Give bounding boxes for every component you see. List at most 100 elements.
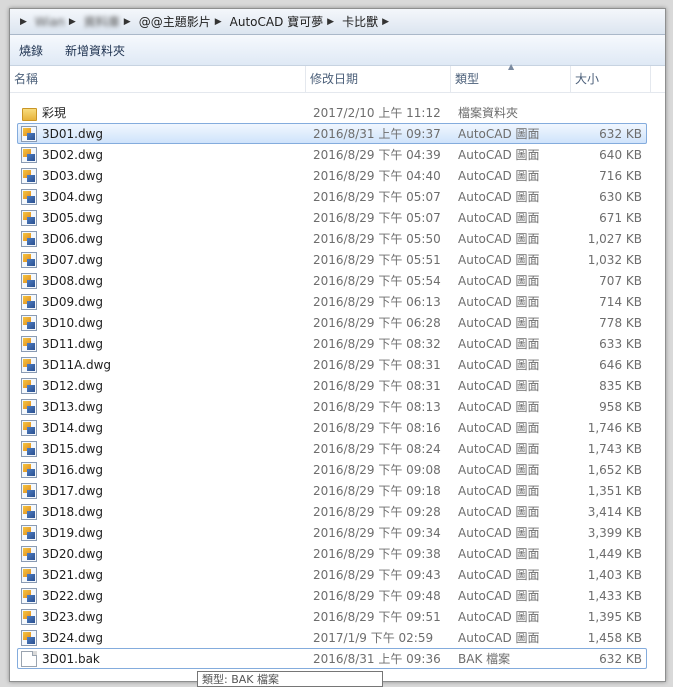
file-row[interactable]: 3D21.dwg 2016/8/29 下午 09:43 AutoCAD 圖面 1,40… <box>17 564 647 585</box>
file-date: 2016/8/29 下午 05:54 <box>313 274 441 288</box>
chevron-right-icon[interactable]: ▶ <box>327 17 334 27</box>
file-type: AutoCAD 圖面 <box>458 337 540 351</box>
chevron-right-icon[interactable]: ▶ <box>382 17 389 27</box>
burn-button[interactable]: 燒錄 <box>19 42 43 59</box>
file-row[interactable]: 3D07.dwg 2016/8/29 下午 05:51 AutoCAD 圖面 1,03… <box>17 249 647 270</box>
file-row[interactable]: 3D02.dwg 2016/8/29 下午 04:39 AutoCAD 圖面 640 … <box>17 144 647 165</box>
file-type: AutoCAD 圖面 <box>458 610 540 624</box>
file-name: 3D21.dwg <box>42 568 104 582</box>
breadcrumb-item[interactable]: @@主題影片 ▶ <box>139 13 230 30</box>
file-row[interactable]: 3D18.dwg 2016/8/29 下午 09:28 AutoCAD 圖面 3,41… <box>17 501 647 522</box>
chevron-right-icon[interactable]: ▶ <box>124 17 131 27</box>
file-row[interactable]: 3D01.dwg 2016/8/31 上午 09:37 AutoCAD 圖面 632 … <box>17 123 647 144</box>
file-row[interactable]: 3D10.dwg 2016/8/29 下午 06:28 AutoCAD 圖面 778 … <box>17 312 647 333</box>
column-header: 名稱 修改日期 類型 ▲ 大小 <box>10 62 665 93</box>
file-row[interactable]: 3D15.dwg 2016/8/29 下午 08:24 AutoCAD 圖面 1,74… <box>17 438 647 459</box>
file-date: 2016/8/29 下午 06:13 <box>313 295 441 309</box>
file-type: AutoCAD 圖面 <box>458 169 540 183</box>
file-row[interactable]: 3D14.dwg 2016/8/29 下午 08:16 AutoCAD 圖面 1,74… <box>17 417 647 438</box>
file-name: 3D08.dwg <box>42 274 104 288</box>
file-date: 2016/8/29 下午 05:07 <box>313 190 441 204</box>
file-row[interactable]: 3D12.dwg 2016/8/29 下午 08:31 AutoCAD 圖面 835 … <box>17 375 647 396</box>
file-date: 2017/1/9 下午 02:59 <box>313 631 434 645</box>
file-row[interactable]: 3D17.dwg 2016/8/29 下午 09:18 AutoCAD 圖面 1,35… <box>17 480 647 501</box>
file-type: AutoCAD 圖面 <box>458 190 540 204</box>
breadcrumb-root[interactable]: ▶ <box>16 17 35 27</box>
file-row[interactable]: 3D03.dwg 2016/8/29 下午 04:40 AutoCAD 圖面 716 … <box>17 165 647 186</box>
dwg-file-icon <box>21 315 37 331</box>
dwg-file-icon <box>21 126 37 142</box>
file-type: AutoCAD 圖面 <box>458 358 540 372</box>
file-type: AutoCAD 圖面 <box>458 295 540 309</box>
tooltip: 類型: BAK 檔案 <box>197 671 383 687</box>
file-type: AutoCAD 圖面 <box>458 148 540 162</box>
file-list: 彩現 2017/2/10 上午 11:12 檔案資料夾 3D01.dwg 2016/8/… <box>10 102 665 669</box>
file-row[interactable]: 3D08.dwg 2016/8/29 下午 05:54 AutoCAD 圖面 707 … <box>17 270 647 291</box>
column-date-header[interactable]: 修改日期 <box>306 66 451 92</box>
file-type: AutoCAD 圖面 <box>458 631 540 645</box>
file-size: 1,743 KB <box>587 442 642 456</box>
dwg-file-icon <box>21 399 37 415</box>
file-row[interactable]: 彩現 2017/2/10 上午 11:12 檔案資料夾 <box>17 102 647 123</box>
dwg-file-icon <box>21 441 37 457</box>
breadcrumb-label: 資料庫 <box>83 15 120 29</box>
file-date: 2016/8/29 下午 06:28 <box>313 316 441 330</box>
file-row[interactable]: 3D23.dwg 2016/8/29 下午 09:51 AutoCAD 圖面 1,39… <box>17 606 647 627</box>
file-name: 3D22.dwg <box>42 589 104 603</box>
file-name: 3D03.dwg <box>42 169 104 183</box>
file-row[interactable]: 3D06.dwg 2016/8/29 下午 05:50 AutoCAD 圖面 1,02… <box>17 228 647 249</box>
chevron-right-icon[interactable]: ▶ <box>20 17 27 27</box>
file-name: 3D15.dwg <box>42 442 104 456</box>
file-size: 1,652 KB <box>587 463 642 477</box>
file-row[interactable]: 3D13.dwg 2016/8/29 下午 08:13 AutoCAD 圖面 958 … <box>17 396 647 417</box>
file-date: 2016/8/29 下午 05:07 <box>313 211 441 225</box>
file-date: 2016/8/29 下午 09:08 <box>313 463 441 477</box>
file-date: 2016/8/29 下午 08:31 <box>313 358 441 372</box>
breadcrumb-item[interactable]: Wian ▶ <box>35 15 84 29</box>
file-name: 3D10.dwg <box>42 316 104 330</box>
file-row[interactable]: 3D24.dwg 2017/1/9 下午 02:59 AutoCAD 圖面 1,458… <box>17 627 647 648</box>
file-type: AutoCAD 圖面 <box>458 442 540 456</box>
file-row[interactable]: 3D11.dwg 2016/8/29 下午 08:32 AutoCAD 圖面 633 … <box>17 333 647 354</box>
dwg-file-icon <box>21 378 37 394</box>
column-size-header[interactable]: 大小 <box>571 66 651 92</box>
file-row[interactable]: 3D19.dwg 2016/8/29 下午 09:34 AutoCAD 圖面 3,39… <box>17 522 647 543</box>
file-row[interactable]: 3D05.dwg 2016/8/29 下午 05:07 AutoCAD 圖面 671 … <box>17 207 647 228</box>
file-date: 2016/8/29 下午 09:18 <box>313 484 441 498</box>
file-name: 3D16.dwg <box>42 463 104 477</box>
file-row[interactable]: 3D04.dwg 2016/8/29 下午 05:07 AutoCAD 圖面 630 … <box>17 186 647 207</box>
file-date: 2016/8/29 下午 08:13 <box>313 400 441 414</box>
file-row[interactable]: 3D16.dwg 2016/8/29 下午 09:08 AutoCAD 圖面 1,65… <box>17 459 647 480</box>
breadcrumb-item[interactable]: AutoCAD 寶可夢 ▶ <box>230 13 342 30</box>
file-name: 3D05.dwg <box>42 211 104 225</box>
file-row[interactable]: 3D01.bak 2016/8/31 上午 09:36 BAK 檔案 632 KB <box>17 648 647 669</box>
file-name: 3D01.bak <box>42 652 100 666</box>
file-row[interactable]: 3D20.dwg 2016/8/29 下午 09:38 AutoCAD 圖面 1,44… <box>17 543 647 564</box>
address-bar[interactable]: ▶ Wian ▶ 資料庫 ▶ @@主題影片 ▶ AutoCAD 寶可夢 ▶ 卡比獸 ▶ <box>10 9 665 35</box>
file-name: 3D24.dwg <box>42 631 104 645</box>
file-date: 2016/8/29 下午 09:34 <box>313 526 441 540</box>
explorer-window: ▶ Wian ▶ 資料庫 ▶ @@主題影片 ▶ AutoCAD 寶可夢 ▶ 卡比獸 ▶ 燒錄 新增… <box>9 8 666 682</box>
breadcrumb: Wian ▶ 資料庫 ▶ @@主題影片 ▶ AutoCAD 寶可夢 ▶ 卡比獸 ▶ <box>35 13 397 30</box>
chevron-right-icon[interactable]: ▶ <box>215 17 222 27</box>
dwg-file-icon <box>21 504 37 520</box>
file-size: 1,449 KB <box>587 547 642 561</box>
file-size: 632 KB <box>599 127 642 141</box>
file-name: 3D11.dwg <box>42 337 104 351</box>
dwg-file-icon <box>21 609 37 625</box>
file-row[interactable]: 3D09.dwg 2016/8/29 下午 06:13 AutoCAD 圖面 714 … <box>17 291 647 312</box>
dwg-file-icon <box>21 462 37 478</box>
file-date: 2016/8/29 下午 04:40 <box>313 169 441 183</box>
new-folder-button[interactable]: 新增資料夾 <box>65 42 125 59</box>
breadcrumb-item[interactable]: 卡比獸 ▶ <box>342 13 397 30</box>
dwg-file-icon <box>21 630 37 646</box>
file-size: 640 KB <box>599 148 642 162</box>
file-row[interactable]: 3D22.dwg 2016/8/29 下午 09:48 AutoCAD 圖面 1,43… <box>17 585 647 606</box>
column-name-header[interactable]: 名稱 <box>10 66 306 92</box>
file-type: AutoCAD 圖面 <box>458 400 540 414</box>
file-row[interactable]: 3D11A.dwg 2016/8/29 下午 08:31 AutoCAD 圖面 646… <box>17 354 647 375</box>
file-type: AutoCAD 圖面 <box>458 253 540 267</box>
breadcrumb-item[interactable]: 資料庫 ▶ <box>84 13 139 30</box>
file-size: 671 KB <box>599 211 642 225</box>
chevron-right-icon[interactable]: ▶ <box>69 17 76 27</box>
